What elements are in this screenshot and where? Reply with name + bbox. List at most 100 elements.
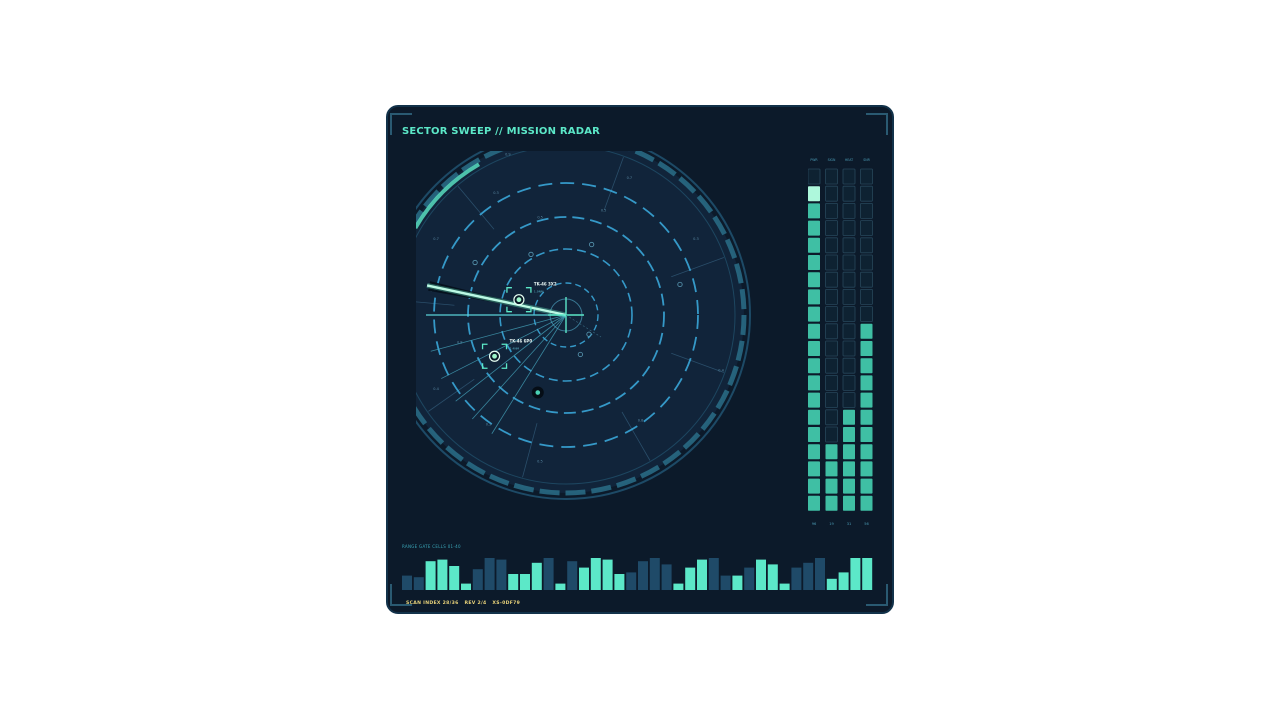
meter-segment — [860, 444, 873, 460]
meter-segment — [825, 323, 838, 340]
meter-segment — [808, 306, 820, 322]
strip-bar — [520, 574, 530, 590]
sector-label: 0.5 — [537, 460, 543, 464]
meter-segment — [842, 203, 856, 219]
strip-bar — [803, 562, 814, 590]
meter-label: PWR — [810, 158, 818, 162]
meter-value: 56 — [864, 522, 869, 526]
target-core — [516, 297, 522, 303]
strip-bar — [791, 567, 802, 590]
sector-label: 0.3 — [486, 423, 492, 427]
strip-bar — [756, 559, 766, 590]
meter-segment — [860, 168, 873, 185]
strip-bar — [649, 558, 660, 590]
meter-segment — [842, 271, 856, 288]
meter-segment — [808, 409, 820, 425]
meter-segment — [860, 306, 873, 323]
meter-segment — [860, 375, 873, 391]
meter-segment — [825, 495, 838, 511]
range-gate-strip — [402, 558, 873, 590]
mission-id: XS-0DF79 — [492, 601, 521, 606]
strip-bar — [744, 567, 755, 590]
strip-bar — [449, 566, 460, 590]
meter-segment — [825, 288, 838, 305]
meter-segment — [825, 461, 838, 477]
meter-segment — [808, 203, 820, 219]
meter-segment — [860, 203, 873, 219]
meter-segment — [808, 341, 820, 356]
meter-segment — [825, 254, 838, 271]
revision: REV 2/4 — [464, 601, 487, 606]
meter-segment — [860, 185, 873, 202]
strip-bar — [720, 575, 731, 590]
meter-segment — [860, 288, 873, 305]
meter-segment — [808, 272, 820, 288]
strip-bar — [673, 583, 684, 590]
meter-segment — [860, 495, 873, 511]
meter-segment — [860, 392, 873, 408]
radar-scope[interactable]: 0.70.30.50.50.30.40.80.50.30.40.80.40.70… — [416, 151, 802, 537]
meter-segment — [843, 495, 855, 511]
meter-segment — [825, 185, 838, 202]
sector-label: 0.5 — [601, 209, 607, 213]
meter-segment — [860, 220, 873, 236]
level-meters: PWR 96 SIGN 19 HEAT 31 SNR 56 — [808, 158, 873, 526]
meter-segment — [825, 444, 838, 460]
meter-segment — [843, 461, 855, 477]
meter-segment — [860, 461, 873, 477]
meter-segment — [843, 478, 855, 494]
strip-bar — [567, 561, 578, 590]
meter-segment — [842, 374, 856, 391]
strip-bar — [437, 559, 448, 590]
meter-segment — [825, 168, 838, 185]
meter-segment — [860, 358, 873, 374]
meter-segment — [825, 392, 838, 409]
meter-segment — [825, 203, 838, 219]
sector-label: 0.3 — [693, 237, 699, 241]
target-unknown-core — [535, 390, 541, 395]
meter-value: 31 — [847, 522, 852, 526]
radar-panel: SECTOR SWEEP // MISSION RADAR 0.7 0.3 0.5 0… — [386, 105, 894, 614]
sector-label: 0.5 — [537, 215, 543, 219]
meter-segment — [808, 255, 820, 270]
meter-segment — [808, 358, 820, 374]
target-range: 1.9NM — [534, 290, 544, 294]
meter-segment — [825, 478, 838, 494]
meter-segment — [842, 306, 856, 323]
strip-bar — [626, 572, 637, 590]
strip-bar — [826, 578, 837, 590]
sector-label: 0.3 — [493, 191, 499, 195]
meter-segment — [842, 340, 856, 357]
meter-segment — [808, 220, 820, 236]
meter-segment — [843, 427, 855, 442]
strip-bar — [461, 583, 471, 590]
strip-bar — [685, 567, 696, 590]
meter-segment — [808, 392, 820, 408]
strip-bar — [732, 575, 743, 590]
strip-bar — [815, 558, 825, 590]
meter-segment — [842, 237, 856, 254]
strip-bar — [472, 569, 483, 590]
strip-bar — [496, 559, 507, 590]
meter-segment — [843, 409, 855, 425]
meter-segment — [860, 323, 873, 339]
strip-bar — [850, 558, 861, 590]
meter-segment — [808, 168, 821, 185]
meter-segment — [860, 254, 873, 271]
page-title: SECTOR SWEEP // MISSION RADAR — [402, 126, 601, 137]
frame-corner-tr — [866, 113, 888, 135]
target-id: TK-46 3X2 — [534, 282, 557, 287]
meter-segment — [825, 220, 838, 236]
sector-label: 0.9 — [505, 152, 511, 156]
sector-label: 0.4 — [433, 387, 439, 391]
strip-bar — [590, 558, 601, 590]
status-footer: SCAN INDEX 28/36 REV 2/4 XS-0DF79 — [406, 601, 524, 606]
strip-bar — [661, 564, 672, 590]
meter-segment — [825, 271, 838, 288]
meter-segment — [825, 409, 838, 426]
strip-bar — [708, 558, 719, 590]
range-gate-label: RANGE GATE CELLS 01-40 — [402, 544, 461, 549]
meter-segment — [808, 427, 820, 442]
meter-segment — [860, 427, 873, 442]
strip-bar — [484, 558, 495, 590]
